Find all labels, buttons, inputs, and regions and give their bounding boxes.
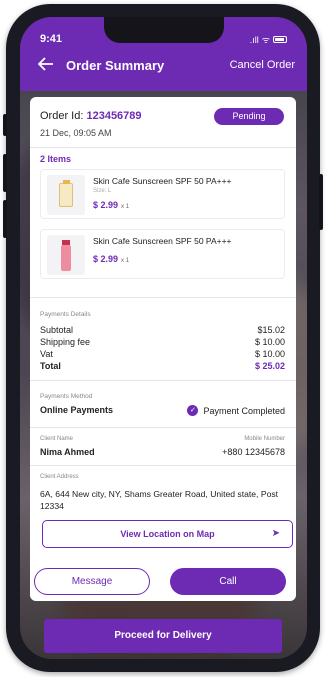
row-label: Total [40,361,61,371]
navigation-arrow-icon: ➤ [271,528,280,539]
message-button[interactable]: Message [34,568,150,595]
product-size: Size: L [93,188,112,194]
arrow-left-icon[interactable] [37,56,54,74]
product-price-value: $ 2.99 [93,254,119,264]
row-label: Shipping fee [40,337,91,347]
row-value: $ 10.00 [254,349,285,359]
divider [30,465,296,466]
mobile-number: +880 12345678 [222,447,285,457]
status-icons: .ıll ᯤ [250,33,287,46]
payment-method-label: Payments Method [40,393,93,400]
divider [30,297,296,298]
view-location-button[interactable]: View Location on Map ➤ [42,520,293,548]
view-location-label: View Location on Map [120,529,215,539]
payment-status-text: Payment Completed [203,405,285,416]
product-price-value: $ 2.99 [93,200,119,210]
payment-details-label: Payments Details [40,311,91,318]
product-tube [61,240,71,271]
client-address: 6A, 644 New city, NY, Shams Greater Road… [40,489,279,511]
wifi-icon: ᯤ [261,35,270,45]
row-value: $ 25.02 [254,361,285,371]
order-id-value: 123456789 [86,110,142,122]
phone-volume-down [3,200,7,238]
product-name: Skin Cafe Sunscreen SPF 50 PA+++ [93,236,232,246]
list-item[interactable]: Skin Cafe Sunscreen SPF 50 PA+++ $ 2.99 x… [40,229,285,279]
items-count: 2 Items [40,154,72,164]
product-qty: x 1 [121,204,130,210]
product-tube [59,180,73,207]
order-id: Order Id: 123456789 [40,110,142,122]
signal-icon: .ıll [249,34,259,45]
order-summary-card: Order Id: 123456789 21 Dec, 09:05 AM Pen… [30,97,296,601]
vat-row: Vat $ 10.00 [40,349,285,359]
payment-status: ✓ Payment Completed [187,405,285,416]
divider [30,380,296,381]
product-price: $ 2.99 x 1 [93,200,129,210]
phone-side-button [3,114,7,136]
tube-cap [63,180,70,184]
order-id-label: Order Id: [40,110,87,122]
mobile-number-label: Mobile Number [244,436,285,442]
row-value: $ 10.00 [254,337,285,347]
total-row: Total $ 25.02 [40,361,285,371]
order-date: 21 Dec, 09:05 AM [40,128,112,138]
client-name: Nima Ahmed [40,447,95,457]
phone-volume-up [3,154,7,192]
phone-frame: 9:41 .ıll ᯤ Order Summary Cancel Order O… [3,4,323,672]
product-qty: x 1 [121,258,130,264]
product-name: Skin Cafe Sunscreen SPF 50 PA+++ [93,176,232,186]
cancel-order-button[interactable]: Cancel Order [230,59,295,71]
list-item[interactable]: Skin Cafe Sunscreen SPF 50 PA+++ Size: L… [40,169,285,219]
check-circle-icon: ✓ [187,405,199,416]
row-label: Vat [40,349,53,359]
divider [30,427,296,428]
product-image [47,175,85,215]
phone-power-button [319,174,323,230]
phone-notch [104,17,224,43]
battery-icon [273,36,287,43]
status-badge: Pending [214,108,284,125]
subtotal-row: Subtotal $15.02 [40,325,285,335]
call-button[interactable]: Call [170,568,286,595]
product-image [47,235,85,275]
app-screen: 9:41 .ıll ᯤ Order Summary Cancel Order O… [20,17,307,659]
row-label: Subtotal [40,325,74,335]
back-arrow-glyph [37,57,53,71]
tube-cap [62,240,70,245]
row-value: $15.02 [257,325,285,335]
client-address-label: Client Address [40,474,79,480]
status-time: 9:41 [40,33,63,45]
shipping-row: Shipping fee $ 10.00 [40,337,285,347]
divider [30,147,296,148]
proceed-for-delivery-button[interactable]: Proceed for Delivery [44,619,282,653]
payment-method-value: Online Payments [40,405,114,415]
client-name-label: Client Name [40,436,74,442]
product-price: $ 2.99 x 1 [93,254,129,264]
page-title: Order Summary [66,58,165,73]
